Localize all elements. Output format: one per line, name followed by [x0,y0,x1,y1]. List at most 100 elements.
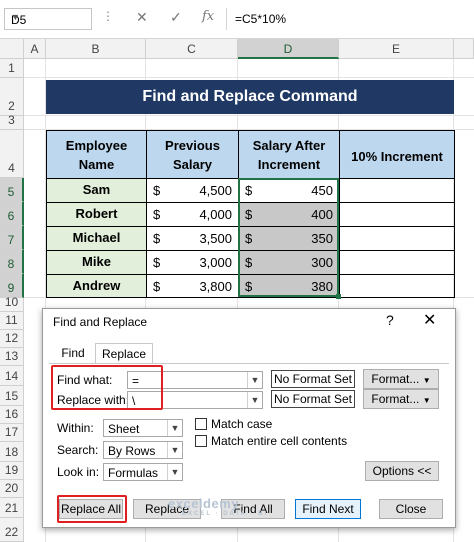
row-header-14[interactable]: 14 [0,366,24,386]
row-header-19[interactable]: 19 [0,462,24,480]
help-icon[interactable]: ? [386,312,394,328]
tab-divider [49,363,449,364]
row-header-7[interactable]: 7 [0,226,24,250]
cell-previous-salary[interactable]: $ 3,500 [146,226,239,251]
currency-symbol: $ [245,207,253,222]
header-salary-after: Salary After Increment [238,130,340,179]
select-all-corner[interactable] [0,39,24,59]
row-header-18[interactable]: 18 [0,442,24,462]
cell-increment[interactable] [339,226,455,251]
cell-salary-after[interactable]: $ 400 [238,202,340,227]
row-header-16[interactable]: 16 [0,406,24,424]
row-header-6[interactable]: 6 [0,202,24,226]
chevron-down-icon[interactable]: ▼ [167,464,182,480]
chevron-down-icon[interactable]: ▼ [247,372,262,388]
chevron-down-icon[interactable]: ▼ [11,12,87,22]
cell-previous-salary[interactable]: $ 4,500 [146,178,239,203]
row-header-15[interactable]: 15 [0,386,24,406]
insert-function-icon[interactable]: fx [202,9,214,24]
cell-salary-after[interactable]: $ 380 [238,274,340,298]
currency-symbol: $ [153,279,161,294]
row-header-21[interactable]: 21 [0,498,24,518]
column-header-c[interactable]: C [146,39,238,59]
row-header-17[interactable]: 17 [0,424,24,442]
row-header-20[interactable]: 20 [0,480,24,498]
formula-input[interactable]: =C5*10% [226,8,471,30]
row-header-2[interactable]: 2 [0,78,24,116]
tab-replace[interactable]: Replace [95,343,153,364]
currency-symbol: $ [153,183,161,198]
column-header-e[interactable]: E [339,39,454,59]
column-header-d[interactable]: D [238,39,339,59]
cell-salary-after[interactable]: $ 350 [238,226,340,251]
gridline [24,77,474,78]
watermark-text: exceldemy [168,496,239,511]
find-format-button[interactable]: Format... ▼ [363,369,439,389]
column-header-f[interactable] [454,39,474,59]
row-header-3[interactable]: 3 [0,113,24,130]
cell-previous-salary[interactable]: $ 3,800 [146,274,239,298]
within-select[interactable]: Sheet ▼ [103,419,183,437]
find-what-input[interactable]: = ▼ [127,371,263,389]
match-case-label: Match case [211,417,273,431]
row-header-10[interactable]: 10 [0,295,24,312]
name-box[interactable]: D5 ▼ [4,8,92,30]
formula-bar: D5 ▼ ⋮ ✕ ✓ fx =C5*10% [0,0,474,39]
row-header-4[interactable]: 4 [0,130,24,178]
header-employee-name: Employee Name [46,130,147,179]
chevron-down-icon[interactable]: ▼ [247,392,262,408]
salary-after-value: 350 [311,231,333,246]
row-header-1[interactable]: 1 [0,59,24,78]
fill-handle[interactable] [336,294,341,299]
look-in-select[interactable]: Formulas ▼ [103,463,183,481]
chevron-down-icon: ▼ [422,376,431,385]
chevron-down-icon[interactable]: ▼ [167,442,182,458]
replace-with-input[interactable]: \ ▼ [127,391,263,409]
search-label: Search: [57,443,99,457]
column-header-a[interactable]: A [24,39,46,59]
cell-increment[interactable] [339,202,455,227]
previous-salary-value: 3,500 [199,231,232,246]
cell-salary-after[interactable]: $ 450 [238,178,340,203]
search-select[interactable]: By Rows ▼ [103,441,183,459]
dialog-title: Find and Replace [53,315,148,329]
row-header-11[interactable]: 11 [0,312,24,330]
more-icon: ⋮ [102,9,114,23]
row-header-8[interactable]: 8 [0,250,24,274]
cell-employee-name[interactable]: Andrew [46,274,147,298]
cell-employee-name[interactable]: Mike [46,250,147,275]
row-header-22[interactable]: 22 [0,518,24,542]
enter-icon[interactable]: ✓ [170,9,182,26]
tab-find[interactable]: Find [53,343,93,363]
salary-after-value: 300 [311,255,333,270]
cell-employee-name[interactable]: Michael [46,226,147,251]
close-icon[interactable]: ✕ [423,310,436,330]
replace-format-button[interactable]: Format... ▼ [363,389,439,409]
options-button[interactable]: Options << [365,461,439,481]
cell-previous-salary[interactable]: $ 3,000 [146,250,239,275]
column-header-b[interactable]: B [46,39,146,59]
match-entire-checkbox[interactable] [195,435,207,447]
row-header-5[interactable]: 5 [0,178,24,202]
cell-increment[interactable] [339,178,455,203]
match-case-checkbox[interactable] [195,418,207,430]
cell-salary-after[interactable]: $ 300 [238,250,340,275]
currency-symbol: $ [245,231,253,246]
within-label: Within: [57,421,94,435]
cell-increment[interactable] [339,274,455,298]
previous-salary-value: 4,500 [199,183,232,198]
watermark-subtext: EXCEL · DATA · BI [182,511,269,517]
formula-text: =C5*10% [235,12,287,26]
cell-increment[interactable] [339,250,455,275]
close-button[interactable]: Close [379,499,443,519]
chevron-down-icon[interactable]: ▼ [167,420,182,436]
row-header-12[interactable]: 12 [0,330,24,348]
cell-employee-name[interactable]: Sam [46,178,147,203]
find-format-preview: No Format Set [271,370,355,388]
find-next-button[interactable]: Find Next [295,499,361,519]
cell-employee-name[interactable]: Robert [46,202,147,227]
cell-previous-salary[interactable]: $ 4,000 [146,202,239,227]
replace-all-button[interactable]: Replace All [59,499,123,519]
row-header-13[interactable]: 13 [0,348,24,366]
cancel-icon[interactable]: ✕ [136,9,148,26]
